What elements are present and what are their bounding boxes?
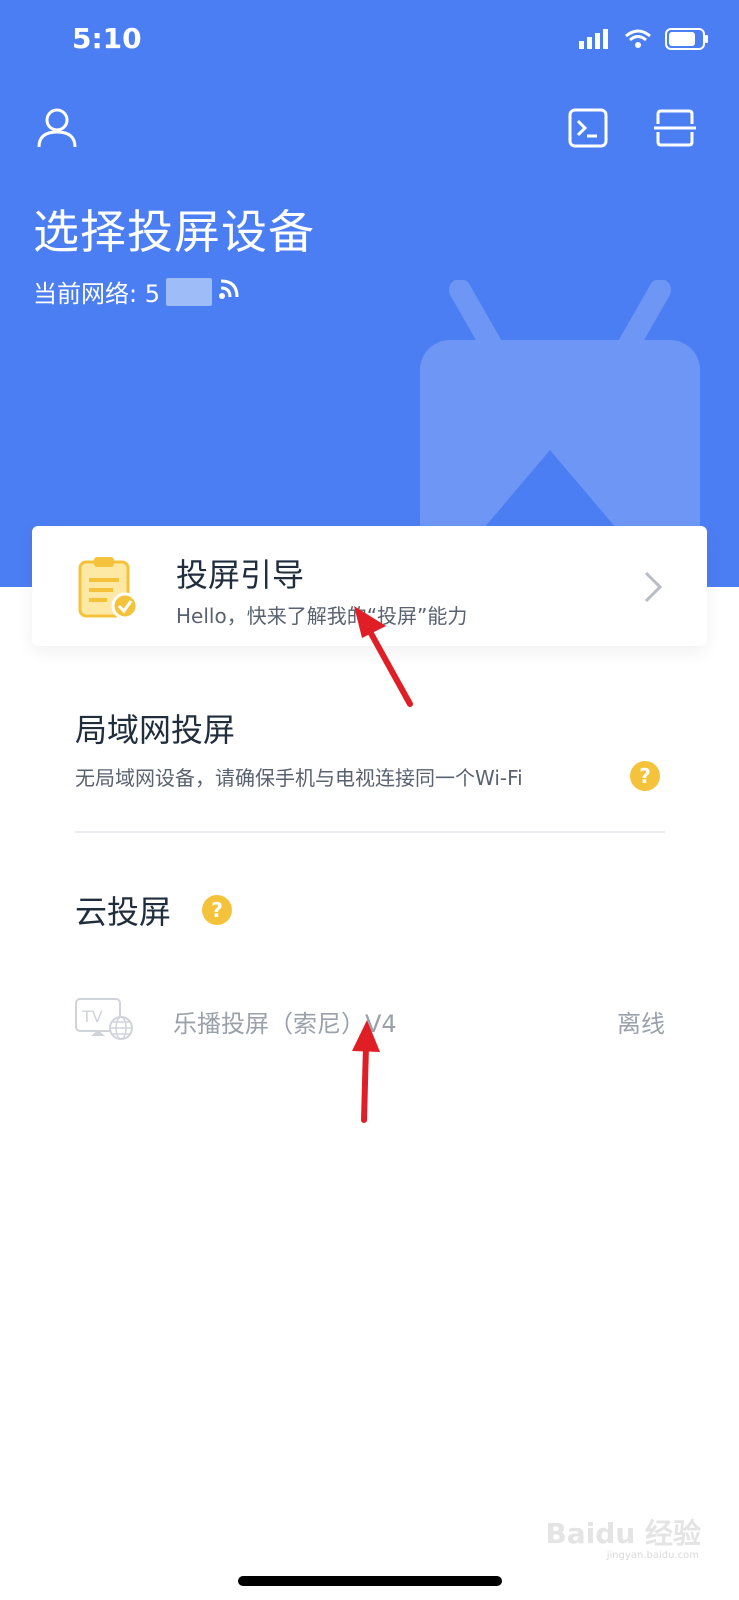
baidu-watermark-url: jingyan.baidu.com: [606, 1550, 699, 1561]
tv-globe-icon: TV: [75, 996, 133, 1046]
status-icons: [579, 28, 709, 54]
lan-section-title: 局域网投屏: [75, 711, 236, 749]
signal-icon: [579, 29, 611, 53]
scan-icon[interactable]: [654, 108, 696, 148]
wifi-signal-icon: [218, 278, 240, 306]
network-label: 当前网络: 5: [33, 280, 160, 308]
guide-subtitle: Hello，快来了解我的“投屏”能力: [176, 604, 468, 628]
clipboard-check-icon: [78, 556, 140, 624]
home-indicator[interactable]: [238, 1576, 502, 1586]
battery-icon: [665, 28, 709, 54]
user-icon[interactable]: [36, 106, 78, 148]
device-status: 离线: [617, 1010, 665, 1038]
guide-title: 投屏引导: [176, 556, 305, 594]
baidu-watermark: Baidu 经验: [545, 1517, 701, 1550]
lan-description: 无局域网设备，请确保手机与电视连接同一个Wi-Fi: [75, 766, 523, 790]
wifi-icon: [625, 29, 651, 53]
current-network: 当前网络: 5: [33, 274, 240, 309]
status-time: 5:10: [72, 22, 142, 55]
header-banner: 5:10 选择投屏设备 当前网络: 5: [0, 0, 739, 587]
section-divider: [75, 831, 665, 833]
device-name: 乐播投屏（索尼）V4: [173, 1010, 397, 1038]
page-title: 选择投屏设备: [33, 205, 315, 259]
cloud-section-title: 云投屏: [75, 893, 172, 931]
screen-cast-guide-card[interactable]: 投屏引导 Hello，快来了解我的“投屏”能力: [32, 526, 707, 646]
lan-help-icon[interactable]: ?: [630, 761, 660, 791]
cloud-help-icon[interactable]: ?: [202, 895, 232, 925]
svg-text:TV: TV: [81, 1007, 103, 1026]
network-name-redaction: [165, 277, 212, 306]
chevron-right-icon: [643, 570, 663, 608]
terminal-icon[interactable]: [568, 108, 608, 148]
cloud-device-row[interactable]: TV 乐播投屏（索尼）V4 离线: [75, 996, 665, 1046]
